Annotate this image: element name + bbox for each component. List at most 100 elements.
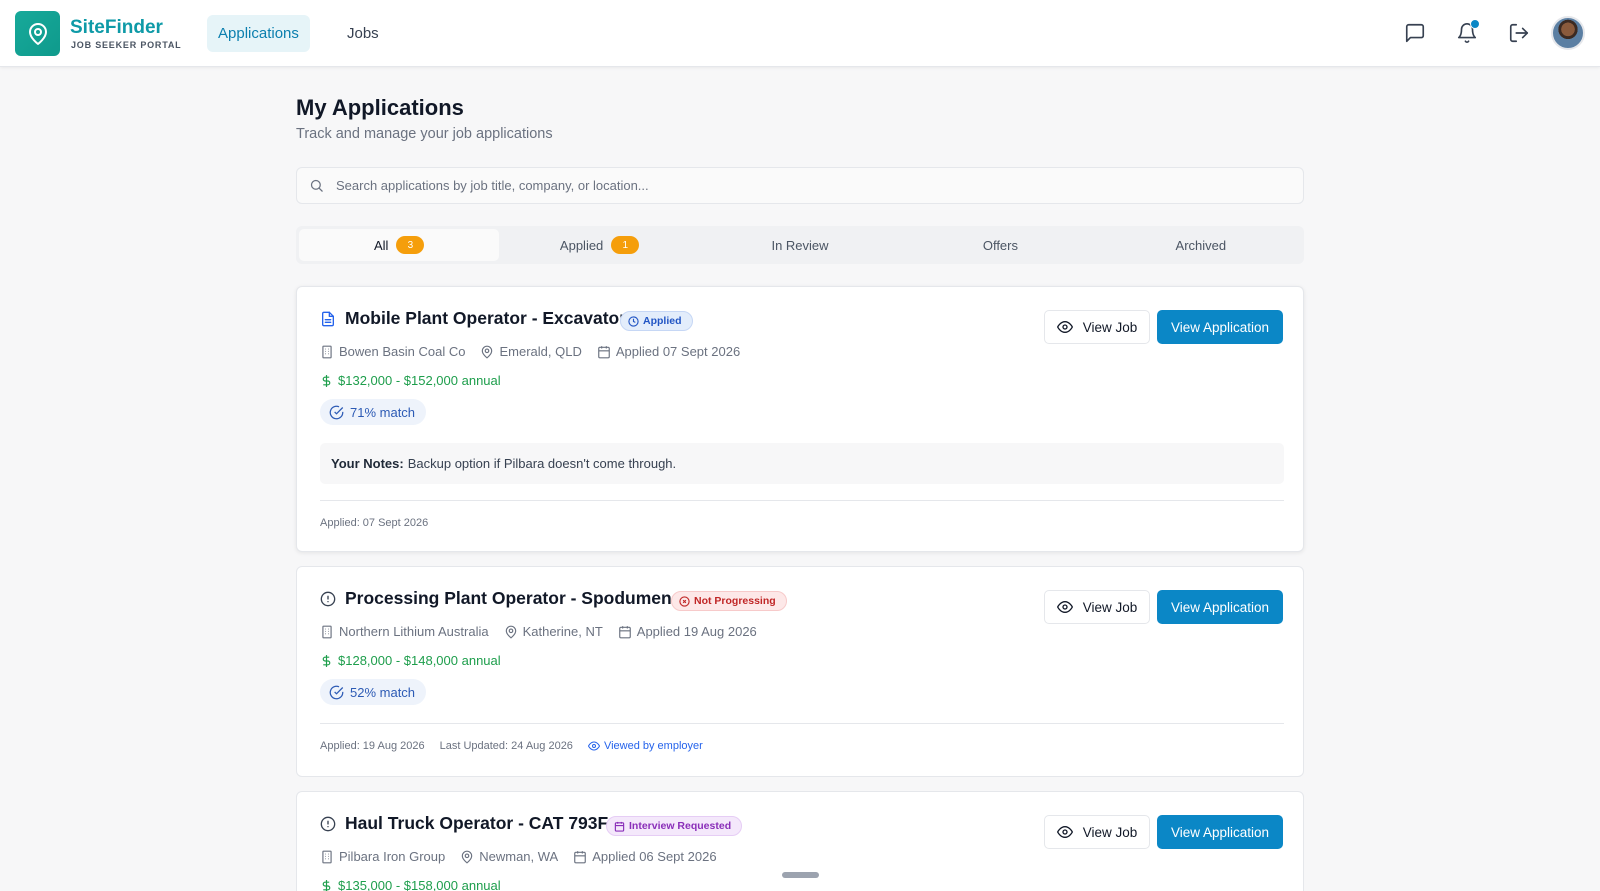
map-pin-icon bbox=[505, 625, 516, 639]
viewed-text: Viewed by employer bbox=[603, 740, 703, 752]
company: Pilbara Iron Group bbox=[320, 849, 445, 864]
dollar-icon bbox=[322, 879, 331, 891]
notes-text: Backup option if Pilbara doesn't come th… bbox=[407, 456, 677, 471]
avatar[interactable] bbox=[1551, 16, 1585, 50]
calendar-icon bbox=[618, 625, 631, 638]
divider bbox=[320, 723, 1284, 724]
filter-tab-archived[interactable]: Archived bbox=[1101, 229, 1301, 261]
applied-date-text: Applied 19 Aug 2026 bbox=[636, 624, 757, 639]
calendar-icon bbox=[574, 850, 587, 863]
view-job-button[interactable]: View Job bbox=[1044, 590, 1150, 624]
view-job-label: View Job bbox=[1082, 319, 1138, 335]
view-job-button[interactable]: View Job bbox=[1044, 815, 1150, 849]
map-pin-icon bbox=[28, 22, 47, 45]
salary-text: $135,000 - $158,000 annual bbox=[338, 878, 501, 891]
nav-tab-applications[interactable]: Applications bbox=[207, 15, 310, 52]
filter-tabs: All 3 Applied 1 In Review Offers Archive… bbox=[296, 226, 1304, 264]
notifications-button[interactable] bbox=[1454, 19, 1480, 47]
company: Bowen Basin Coal Co bbox=[320, 344, 465, 359]
divider bbox=[320, 500, 1284, 501]
filter-tab-offers[interactable]: Offers bbox=[900, 229, 1100, 261]
filter-tab-label: All bbox=[373, 237, 389, 253]
filter-tab-label: Applied bbox=[559, 237, 604, 253]
status-badge-label: Applied bbox=[643, 315, 682, 327]
job-title: Mobile Plant Operator - Excavator bbox=[345, 308, 627, 328]
location-text: Emerald, QLD bbox=[499, 344, 582, 359]
logout-icon bbox=[1509, 23, 1529, 43]
applied-date: Applied 19 Aug 2026 bbox=[618, 624, 757, 639]
footer-applied: Applied: 19 Aug 2026 bbox=[320, 740, 425, 752]
applied-date-text: Applied 06 Sept 2026 bbox=[592, 849, 717, 864]
applied-date: Applied 06 Sept 2026 bbox=[573, 849, 717, 864]
alert-circle-icon bbox=[320, 816, 336, 832]
filter-tab-all[interactable]: All 3 bbox=[299, 229, 500, 261]
view-application-button[interactable]: View Application bbox=[1157, 815, 1283, 849]
filter-tab-label: Offers bbox=[982, 237, 1018, 253]
search-icon bbox=[309, 178, 325, 194]
filter-tab-label: Archived bbox=[1175, 237, 1227, 253]
building-icon bbox=[322, 625, 332, 638]
location-text: Newman, WA bbox=[479, 849, 559, 864]
view-application-button[interactable]: View Application bbox=[1157, 310, 1283, 344]
file-text-icon bbox=[320, 311, 336, 327]
applied-date: Applied 07 Sept 2026 bbox=[597, 344, 740, 359]
check-circle-icon bbox=[329, 685, 344, 699]
page-title: My Applications bbox=[296, 95, 464, 120]
notes-label: Your Notes: bbox=[331, 456, 404, 471]
notes: Your Notes: Backup option if Pilbara doe… bbox=[320, 443, 1284, 484]
status-badge: Applied bbox=[620, 311, 693, 331]
logo[interactable] bbox=[15, 11, 60, 56]
location-text: Katherine, NT bbox=[522, 624, 603, 639]
brand-name: SiteFinder bbox=[70, 17, 163, 38]
location: Emerald, QLD bbox=[480, 344, 582, 359]
view-job-label: View Job bbox=[1082, 599, 1138, 615]
location: Newman, WA bbox=[460, 849, 558, 864]
calendar-icon bbox=[598, 345, 610, 358]
status-badge: Not Progressing bbox=[671, 591, 787, 611]
count-badge: 3 bbox=[396, 236, 425, 254]
card-footer: Applied: 07 Sept 2026 bbox=[320, 517, 443, 529]
check-circle-icon bbox=[329, 405, 344, 419]
applied-date-text: Applied 07 Sept 2026 bbox=[615, 344, 741, 359]
top-navbar: SiteFinder JOB SEEKER PORTAL Application… bbox=[0, 0, 1600, 67]
status-badge: Interview Requested bbox=[606, 816, 743, 836]
filter-tab-in-review[interactable]: In Review bbox=[700, 229, 900, 261]
building-icon bbox=[322, 345, 332, 358]
company-name: Pilbara Iron Group bbox=[339, 849, 446, 864]
search-input[interactable] bbox=[336, 178, 1236, 193]
view-application-button[interactable]: View Application bbox=[1157, 590, 1283, 624]
view-job-button[interactable]: View Job bbox=[1044, 310, 1150, 344]
company: Northern Lithium Australia bbox=[320, 624, 489, 639]
salary-text: $132,000 - $152,000 annual bbox=[338, 373, 501, 388]
messages-button[interactable] bbox=[1402, 19, 1428, 47]
eye-icon bbox=[1056, 320, 1073, 334]
brand-subtitle: JOB SEEKER PORTAL bbox=[71, 40, 182, 50]
viewed-indicator: Viewed by employer bbox=[587, 740, 718, 752]
card-footer: Applied: 19 Aug 2026 Last Updated: 24 Au… bbox=[320, 740, 733, 752]
scroll-handle[interactable] bbox=[782, 872, 819, 878]
match-badge: 71% match bbox=[320, 399, 427, 425]
filter-tab-label: In Review bbox=[771, 237, 829, 253]
job-meta: Bowen Basin Coal Co Emerald, QLD Applied… bbox=[320, 344, 755, 359]
eye-icon bbox=[1056, 825, 1073, 839]
job-title: Processing Plant Operator - Spodumene bbox=[345, 588, 682, 608]
footer-updated: Last Updated: 24 Aug 2026 bbox=[439, 740, 573, 752]
alert-circle-icon bbox=[320, 591, 336, 607]
map-pin-icon bbox=[461, 850, 473, 864]
logout-button[interactable] bbox=[1506, 19, 1532, 47]
salary: $132,000 - $152,000 annual bbox=[320, 373, 501, 388]
view-job-label: View Job bbox=[1082, 824, 1138, 840]
filter-tab-applied[interactable]: Applied 1 bbox=[499, 229, 699, 261]
job-meta: Pilbara Iron Group Newman, WA Applied 06… bbox=[320, 849, 732, 864]
job-title: Haul Truck Operator - CAT 793F bbox=[345, 813, 609, 833]
count-badge: 1 bbox=[611, 236, 640, 254]
nav-tab-jobs[interactable]: Jobs bbox=[336, 15, 390, 52]
location: Katherine, NT bbox=[504, 624, 603, 639]
status-badge-label: Interview Requested bbox=[629, 820, 732, 832]
application-card: Processing Plant Operator - Spodumene No… bbox=[296, 566, 1304, 777]
company-name: Bowen Basin Coal Co bbox=[339, 344, 466, 359]
status-badge-label: Not Progressing bbox=[694, 595, 776, 607]
message-square-icon bbox=[1405, 23, 1425, 43]
eye-icon bbox=[587, 741, 600, 751]
footer-applied: Applied: 07 Sept 2026 bbox=[320, 517, 429, 529]
